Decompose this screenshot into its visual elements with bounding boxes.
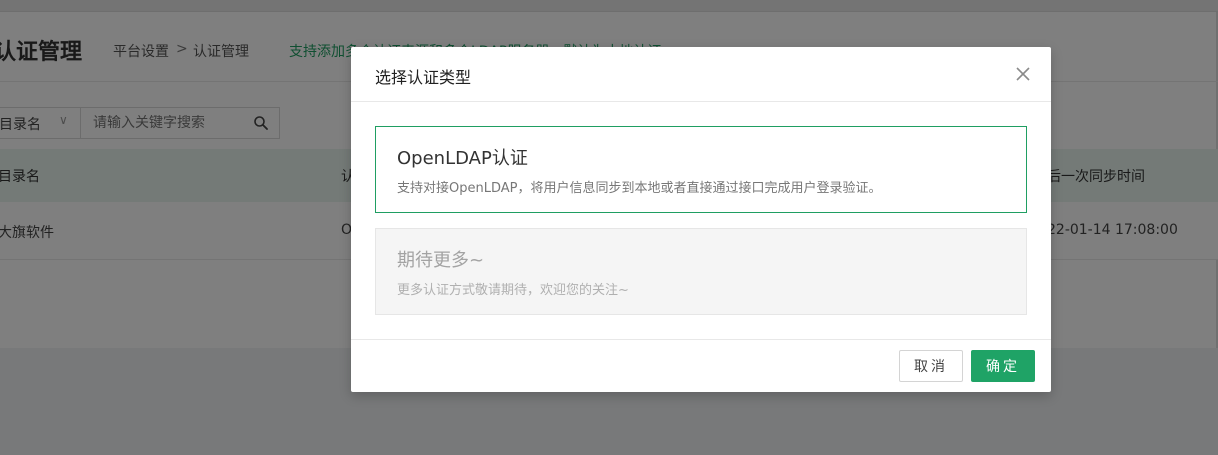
option-openldap[interactable]: OpenLDAP认证 支持对接OpenLDAP，将用户信息同步到本地或者直接通过… [375,126,1027,213]
dialog-title: 选择认证类型 [375,68,472,87]
option-description: 支持对接OpenLDAP，将用户信息同步到本地或者直接通过接口完成用户登录验证。 [397,181,882,196]
close-icon[interactable] [1013,64,1033,84]
option-title: OpenLDAP认证 [397,148,528,169]
cancel-button[interactable]: 取消 [899,350,963,382]
confirm-button[interactable]: 确定 [971,350,1035,382]
auth-type-dialog: 选择认证类型 OpenLDAP认证 支持对接OpenLDAP，将用户信息同步到本… [351,47,1051,392]
option-description: 更多认证方式敬请期待，欢迎您的关注~ [397,283,629,298]
dialog-header: 选择认证类型 [351,47,1051,102]
option-coming-soon: 期待更多~ 更多认证方式敬请期待，欢迎您的关注~ [375,228,1027,315]
dialog-footer: 取消 确定 [351,339,1051,392]
option-title: 期待更多~ [397,250,485,271]
